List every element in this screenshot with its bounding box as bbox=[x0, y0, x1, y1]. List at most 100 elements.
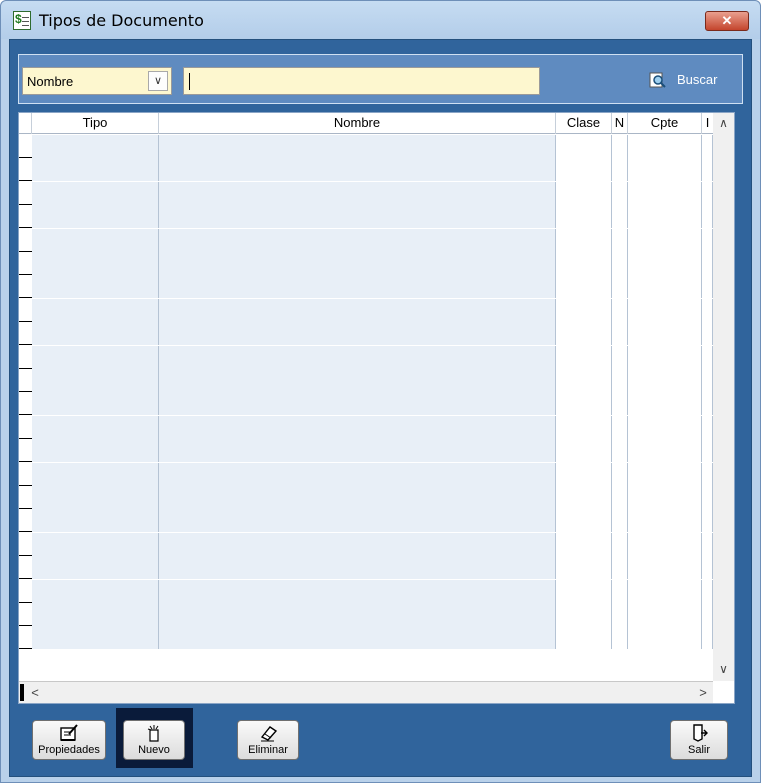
table-cell[interactable] bbox=[628, 158, 702, 182]
table-row[interactable] bbox=[19, 415, 713, 439]
table-cell[interactable] bbox=[628, 415, 702, 439]
table-cell[interactable] bbox=[556, 556, 612, 580]
table-cell[interactable] bbox=[628, 579, 702, 603]
table-cell[interactable] bbox=[702, 298, 713, 322]
table-row[interactable] bbox=[19, 579, 713, 603]
table-cell[interactable] bbox=[628, 135, 702, 158]
column-header-clase[interactable]: Clase bbox=[556, 113, 612, 134]
table-cell[interactable] bbox=[702, 252, 713, 275]
row-selector[interactable] bbox=[19, 532, 32, 555]
table-row[interactable] bbox=[19, 158, 713, 182]
table-cell[interactable] bbox=[628, 252, 702, 275]
table-cell[interactable] bbox=[556, 181, 612, 205]
table-cell[interactable] bbox=[159, 252, 556, 275]
table-cell[interactable] bbox=[702, 603, 713, 626]
table-row[interactable] bbox=[19, 135, 713, 158]
table-cell[interactable] bbox=[628, 462, 702, 486]
row-selector[interactable] bbox=[19, 509, 32, 532]
table-cell[interactable] bbox=[612, 392, 628, 416]
table-cell[interactable] bbox=[612, 158, 628, 182]
table-cell[interactable] bbox=[702, 556, 713, 580]
row-selector[interactable] bbox=[19, 439, 32, 462]
row-selector[interactable] bbox=[19, 369, 32, 391]
row-selector[interactable] bbox=[19, 603, 32, 625]
table-cell[interactable] bbox=[612, 298, 628, 322]
table-cell[interactable] bbox=[556, 369, 612, 392]
row-selector[interactable] bbox=[19, 415, 32, 438]
search-input[interactable] bbox=[183, 67, 540, 95]
table-cell[interactable] bbox=[702, 228, 713, 252]
row-selector[interactable] bbox=[19, 392, 32, 415]
table-cell[interactable] bbox=[556, 439, 612, 463]
row-selector[interactable] bbox=[19, 252, 32, 274]
table-cell[interactable] bbox=[702, 579, 713, 603]
table-cell[interactable] bbox=[32, 415, 159, 439]
table-cell[interactable] bbox=[702, 135, 713, 158]
row-selector[interactable] bbox=[19, 486, 32, 508]
column-header-nombre[interactable]: Nombre bbox=[159, 113, 556, 134]
table-cell[interactable] bbox=[628, 181, 702, 205]
table-cell[interactable] bbox=[628, 298, 702, 322]
column-header-i[interactable]: I bbox=[702, 113, 713, 134]
table-cell[interactable] bbox=[612, 135, 628, 158]
column-header-cpte[interactable]: Cpte bbox=[628, 113, 702, 134]
table-cell[interactable] bbox=[556, 205, 612, 229]
table-row[interactable] bbox=[19, 322, 713, 346]
table-cell[interactable] bbox=[702, 369, 713, 392]
table-cell[interactable] bbox=[628, 205, 702, 229]
table-cell[interactable] bbox=[702, 205, 713, 229]
row-selector[interactable] bbox=[19, 135, 32, 157]
table-cell[interactable] bbox=[556, 158, 612, 182]
table-cell[interactable] bbox=[702, 462, 713, 486]
table-cell[interactable] bbox=[32, 509, 159, 533]
properties-button[interactable]: Propiedades bbox=[32, 720, 106, 760]
table-cell[interactable] bbox=[556, 603, 612, 626]
table-cell[interactable] bbox=[159, 181, 556, 205]
table-cell[interactable] bbox=[159, 579, 556, 603]
table-cell[interactable] bbox=[628, 345, 702, 369]
table-row[interactable] bbox=[19, 181, 713, 205]
table-cell[interactable] bbox=[628, 556, 702, 580]
table-cell[interactable] bbox=[159, 135, 556, 158]
table-cell[interactable] bbox=[159, 275, 556, 299]
table-cell[interactable] bbox=[159, 603, 556, 626]
table-cell[interactable] bbox=[556, 626, 612, 650]
table-cell[interactable] bbox=[612, 369, 628, 392]
row-selector[interactable] bbox=[19, 228, 32, 251]
table-cell[interactable] bbox=[159, 509, 556, 533]
table-cell[interactable] bbox=[702, 509, 713, 533]
table-cell[interactable] bbox=[556, 392, 612, 416]
table-cell[interactable] bbox=[628, 486, 702, 509]
table-cell[interactable] bbox=[612, 345, 628, 369]
table-cell[interactable] bbox=[32, 205, 159, 229]
table-cell[interactable] bbox=[612, 556, 628, 580]
table-cell[interactable] bbox=[159, 345, 556, 369]
table-cell[interactable] bbox=[628, 228, 702, 252]
scroll-right-icon[interactable]: > bbox=[693, 682, 713, 703]
table-cell[interactable] bbox=[556, 532, 612, 556]
row-selector[interactable] bbox=[19, 345, 32, 368]
table-row[interactable] bbox=[19, 556, 713, 580]
table-cell[interactable] bbox=[612, 603, 628, 626]
row-selector[interactable] bbox=[19, 158, 32, 181]
table-cell[interactable] bbox=[612, 532, 628, 556]
table-cell[interactable] bbox=[556, 486, 612, 509]
table-cell[interactable] bbox=[556, 345, 612, 369]
row-selector[interactable] bbox=[19, 462, 32, 485]
table-cell[interactable] bbox=[612, 415, 628, 439]
table-cell[interactable] bbox=[32, 439, 159, 463]
table-row[interactable] bbox=[19, 298, 713, 322]
scroll-up-icon[interactable]: ∧ bbox=[713, 113, 734, 133]
table-cell[interactable] bbox=[556, 252, 612, 275]
table-row[interactable] bbox=[19, 252, 713, 275]
table-cell[interactable] bbox=[32, 392, 159, 416]
table-cell[interactable] bbox=[628, 626, 702, 650]
column-header-tipo[interactable]: Tipo bbox=[32, 113, 159, 134]
table-cell[interactable] bbox=[612, 439, 628, 463]
table-cell[interactable] bbox=[702, 415, 713, 439]
table-cell[interactable] bbox=[612, 228, 628, 252]
table-cell[interactable] bbox=[612, 462, 628, 486]
table-row[interactable] bbox=[19, 439, 713, 463]
table-cell[interactable] bbox=[556, 135, 612, 158]
table-cell[interactable] bbox=[556, 275, 612, 299]
